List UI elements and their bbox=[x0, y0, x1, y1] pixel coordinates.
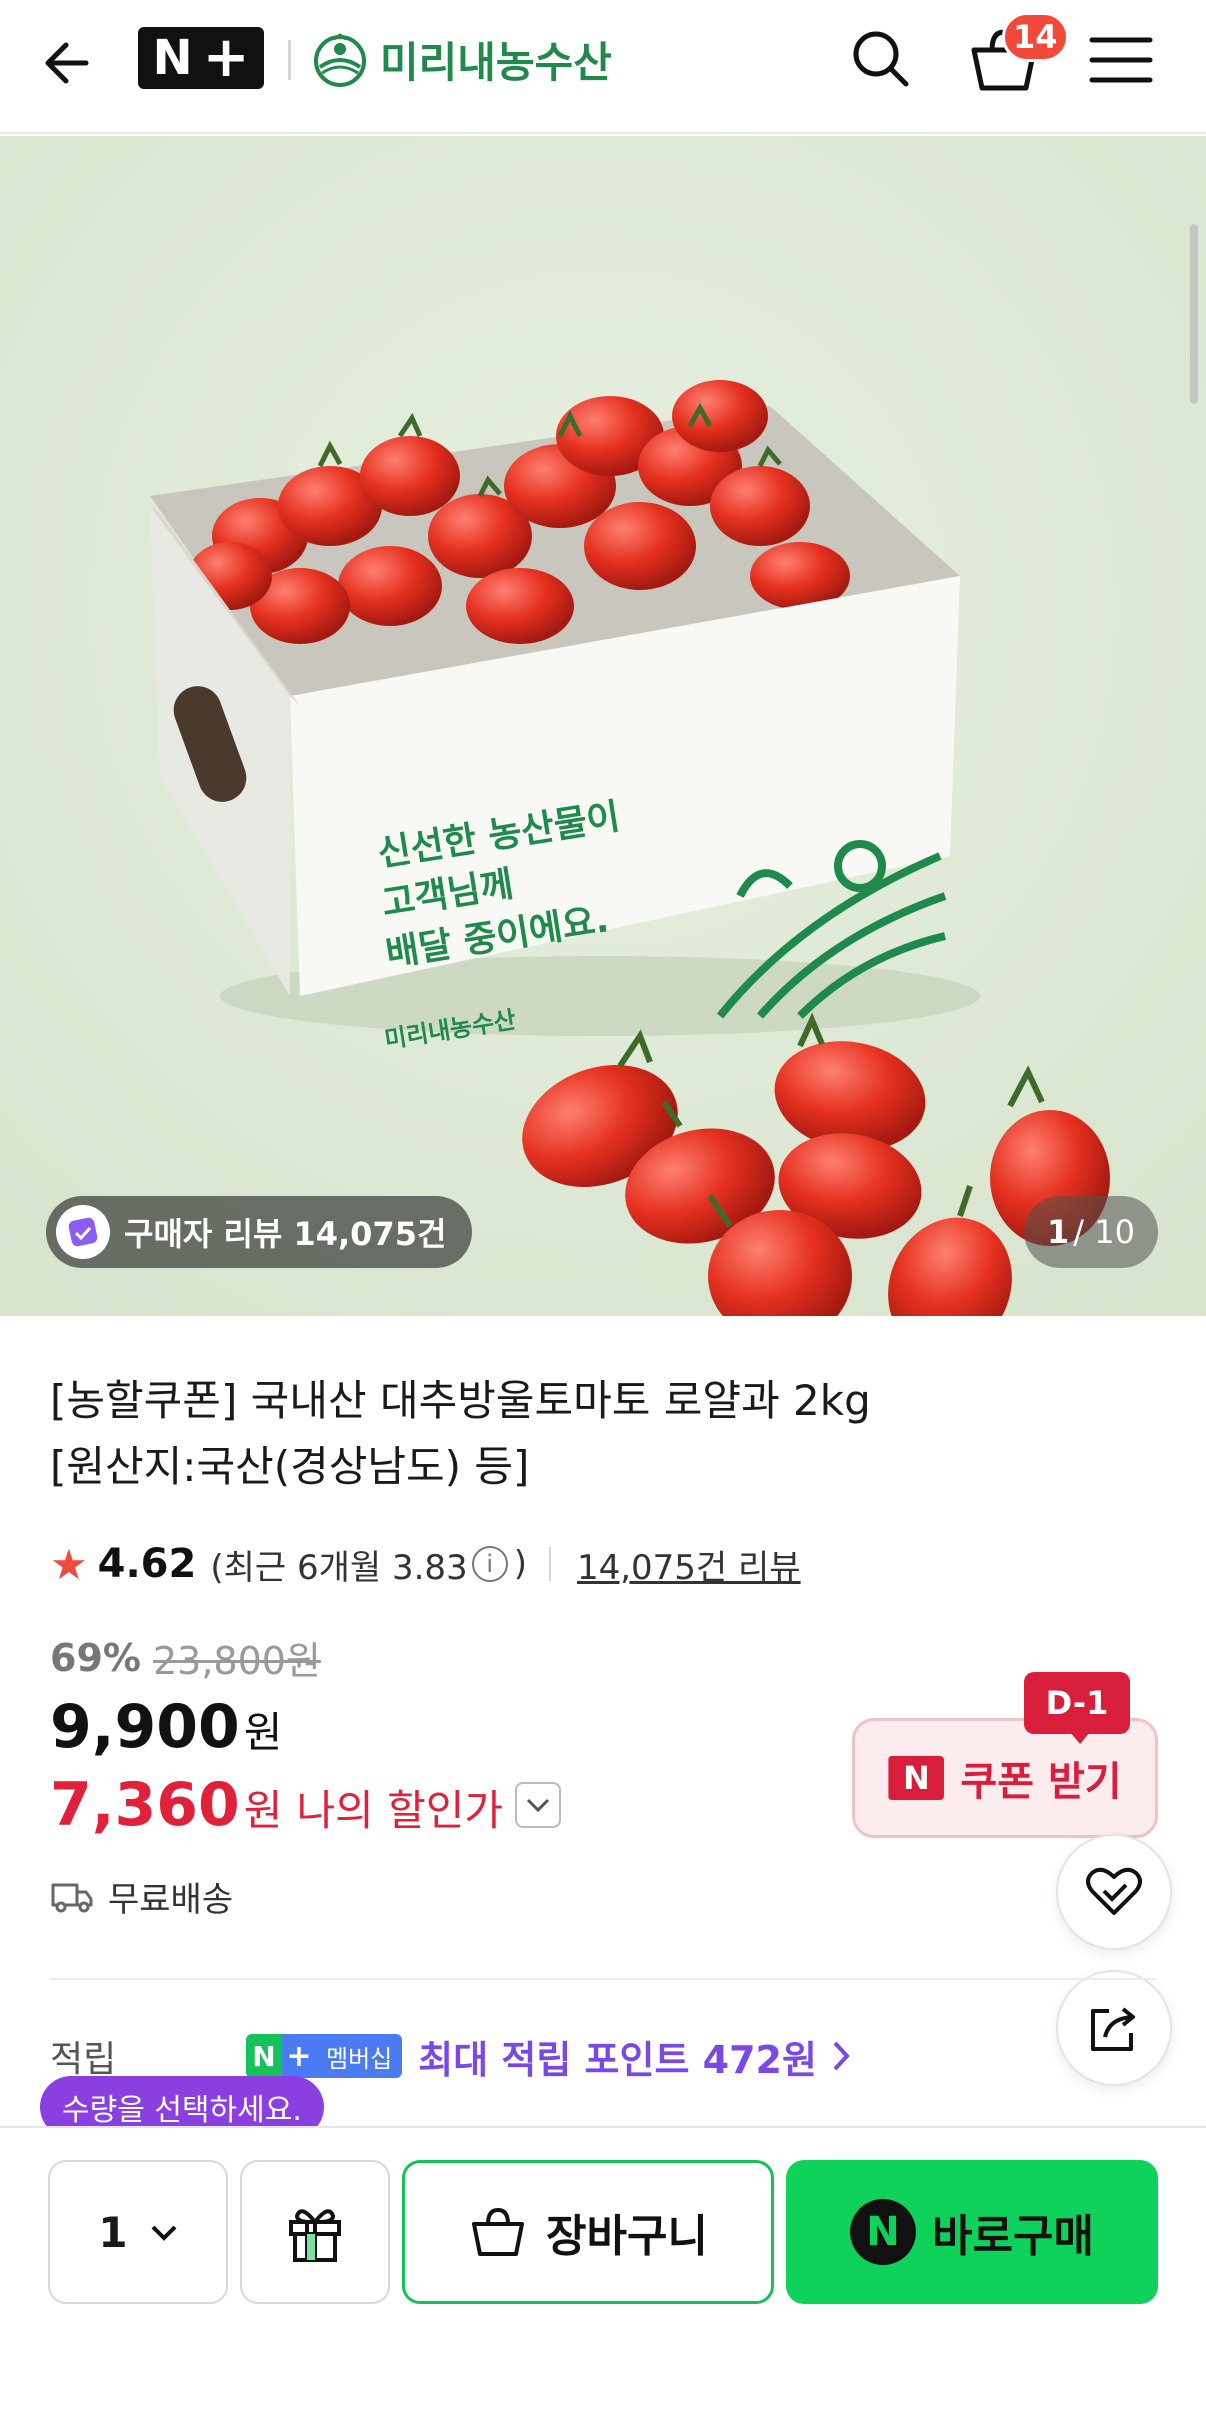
my-price-label: 나의 할인가 bbox=[296, 1786, 503, 1835]
buyer-review-pill[interactable]: 구매자 리뷰 14,075건 bbox=[46, 1196, 473, 1268]
nplus-logo-n: N bbox=[152, 30, 193, 86]
search-icon bbox=[853, 31, 909, 87]
scrollbar[interactable] bbox=[1190, 224, 1198, 404]
recent-rating-close: ) bbox=[513, 1544, 527, 1584]
store-name: 미리내농수산 bbox=[380, 37, 612, 87]
membership-plus: + bbox=[282, 2034, 316, 2078]
back-button[interactable] bbox=[36, 28, 106, 98]
add-to-cart-button[interactable]: 장바구니 bbox=[402, 2160, 774, 2304]
truck-icon bbox=[51, 1883, 93, 1912]
image-page-indicator: 1 / 10 bbox=[1024, 1196, 1158, 1268]
wishlist-button[interactable] bbox=[1056, 1834, 1172, 1950]
menu-icon bbox=[1089, 37, 1153, 83]
discount-rate: 69% bbox=[50, 1635, 141, 1680]
nplus-logo-plus-icon: + bbox=[202, 25, 250, 90]
store-logo-icon bbox=[314, 33, 366, 87]
points-label: 적립 bbox=[50, 2039, 117, 2080]
membership-n: N bbox=[246, 2034, 282, 2078]
heart-check-icon bbox=[1086, 1867, 1142, 1915]
chevron-down-icon bbox=[526, 1798, 550, 1813]
shipping-info: 무료배송 bbox=[50, 1872, 233, 1921]
my-discount-price: 7,360 원 나의 할인가 bbox=[50, 1770, 561, 1840]
cart-count-badge: 14 bbox=[1002, 12, 1069, 62]
product-title-line1: [농할쿠폰] 국내산 대추방울토마토 로얄과 2kg bbox=[50, 1376, 871, 1425]
original-price: 23,800원 bbox=[152, 1639, 321, 1683]
sale-price: 9,900 원 bbox=[50, 1692, 282, 1762]
shipping-text: 무료배송 bbox=[108, 1880, 234, 1920]
buy-now-button[interactable]: N 바로구매 bbox=[786, 2160, 1158, 2304]
max-points-text: 최대 적립 포인트 472원 bbox=[418, 2037, 817, 2082]
coupon-label: 쿠폰 받기 bbox=[960, 1759, 1122, 1805]
my-price-unit: 원 bbox=[243, 1786, 283, 1835]
my-price-dropdown[interactable] bbox=[515, 1782, 561, 1828]
search-button[interactable] bbox=[846, 24, 916, 94]
product-title-line2: [원산지:국산(경상남도) 등] bbox=[50, 1442, 530, 1491]
review-count-link[interactable]: 14,075건 리뷰 bbox=[577, 1540, 801, 1589]
buy-button-label: 바로구매 bbox=[932, 2211, 1094, 2262]
page-current: 1 bbox=[1047, 1213, 1070, 1251]
gift-button[interactable] bbox=[240, 2160, 390, 2304]
product-title: [농할쿠폰] 국내산 대추방울토마토 로얄과 2kg [원산지:국산(경상남도)… bbox=[50, 1368, 1100, 1500]
info-icon[interactable]: i bbox=[471, 1546, 508, 1582]
page-total: / 10 bbox=[1073, 1213, 1135, 1251]
quantity-select[interactable]: 1 bbox=[48, 2160, 228, 2304]
product-photo: 신선한 농산물이 고객님께 배달 중이에요. 미리내농수산 bbox=[0, 136, 1206, 1316]
sale-price-amount: 9,900 bbox=[50, 1692, 240, 1762]
review-icon bbox=[56, 1205, 110, 1259]
coupon-n-icon: N bbox=[888, 1756, 945, 1800]
dday-badge: D-1 bbox=[1024, 1672, 1130, 1744]
bag-icon bbox=[472, 2207, 525, 2256]
back-arrow-icon bbox=[45, 42, 89, 84]
store-logo[interactable]: 미리내농수산 bbox=[312, 24, 612, 94]
gift-icon bbox=[289, 2209, 341, 2262]
product-image[interactable]: 신선한 농산물이 고객님께 배달 중이에요. 미리내농수산 bbox=[0, 136, 1206, 1316]
share-button[interactable] bbox=[1056, 1970, 1172, 2086]
chevron-down-icon bbox=[151, 2225, 177, 2241]
naver-pay-n-icon: N bbox=[850, 2199, 917, 2265]
membership-text: 멤버십 bbox=[316, 2034, 403, 2078]
discount-row: 69% 23,800원 bbox=[50, 1630, 321, 1685]
my-price-amount: 7,360 bbox=[50, 1770, 240, 1840]
rating-score: 4.62 bbox=[97, 1541, 197, 1587]
star-icon: ★ bbox=[50, 1539, 88, 1589]
rating-row: ★ 4.62 (최근 6개월 3.83 i ) 14,075건 리뷰 bbox=[50, 1534, 801, 1594]
cart-button-label: 장바구니 bbox=[546, 2211, 708, 2262]
share-icon bbox=[1091, 2007, 1135, 2051]
rating-separator bbox=[548, 1547, 551, 1581]
chevron-right-icon bbox=[833, 2041, 850, 2071]
section-divider bbox=[50, 1978, 1156, 1980]
review-pill-text: 구매자 리뷰 14,075건 bbox=[124, 1215, 447, 1253]
menu-button[interactable] bbox=[1086, 28, 1156, 92]
nplus-logo[interactable]: N + bbox=[138, 27, 264, 89]
bottom-purchase-bar: 1 장바구니 N 바로구매 bbox=[0, 2126, 1206, 2436]
header-divider bbox=[288, 40, 291, 80]
nplus-membership-badge: N + 멤버십 bbox=[246, 2034, 403, 2078]
coupon-download-button[interactable]: N 쿠폰 받기 bbox=[852, 1718, 1158, 1838]
sale-price-unit: 원 bbox=[243, 1708, 283, 1757]
top-header: N + 미리내농수산 14 bbox=[0, 0, 1206, 134]
quantity-value: 1 bbox=[98, 2207, 128, 2257]
recent-rating: (최근 6개월 3.83 bbox=[210, 1547, 468, 1588]
